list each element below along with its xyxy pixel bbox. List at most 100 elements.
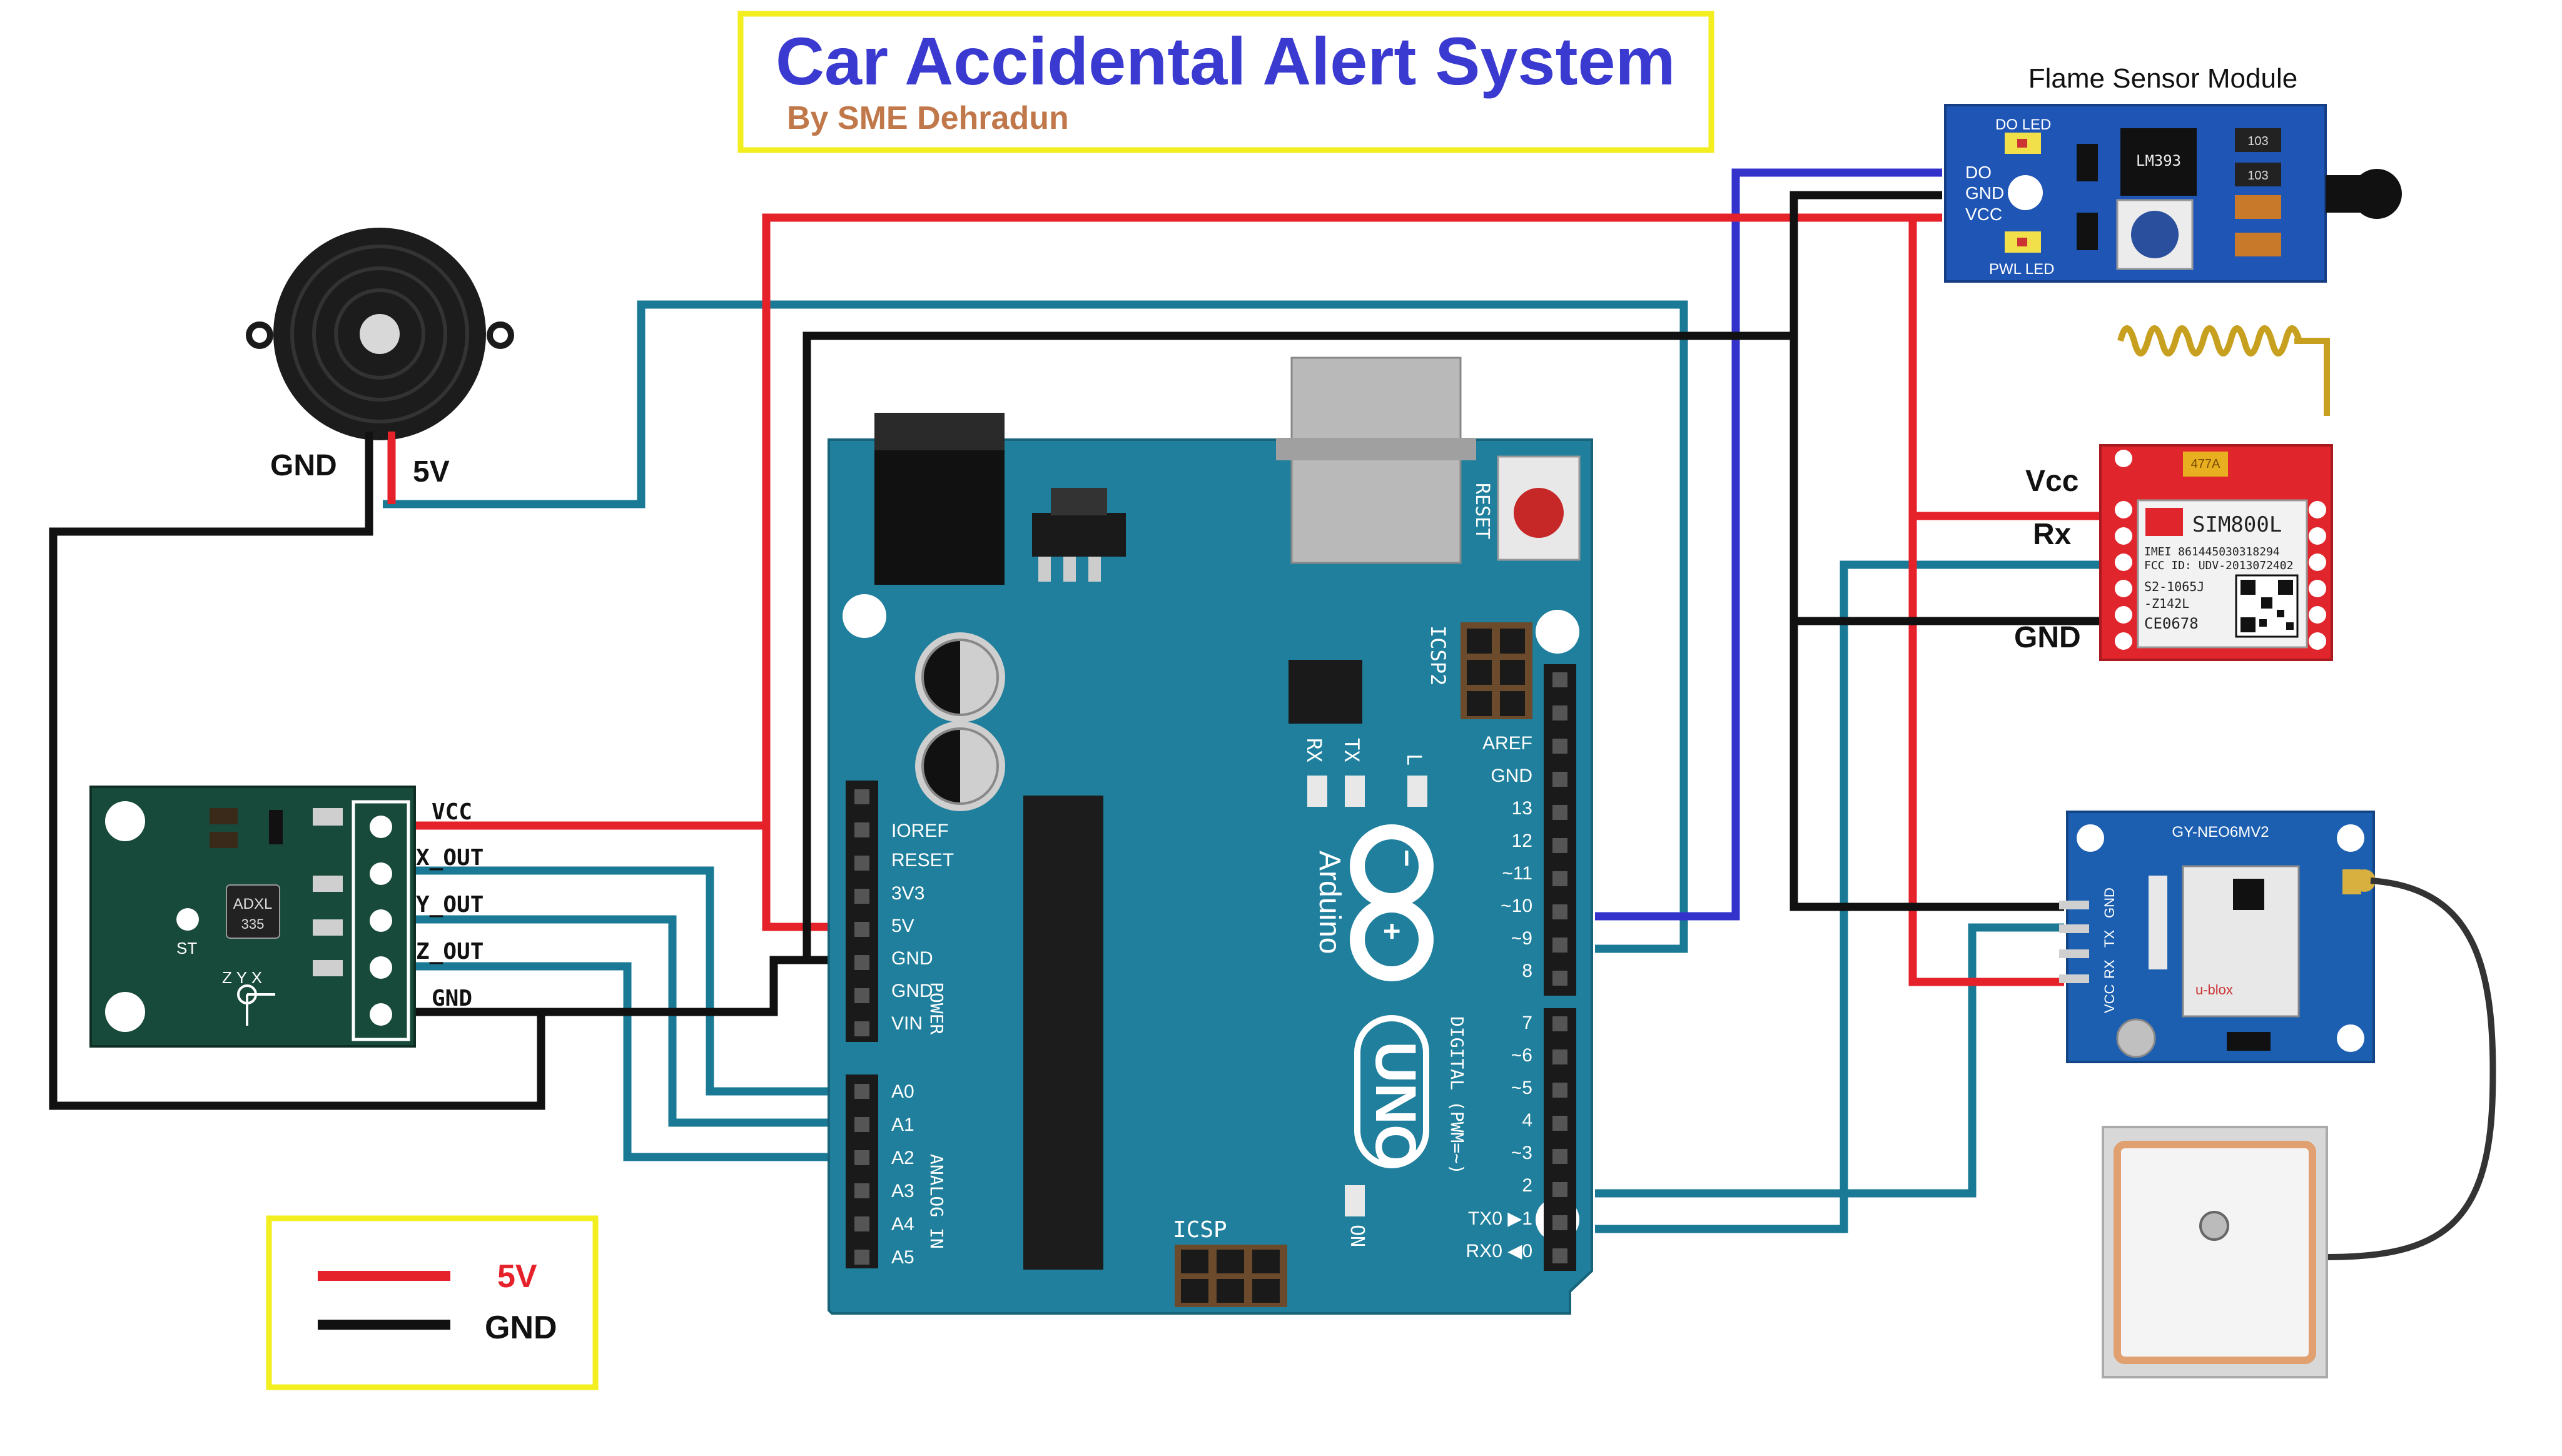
adxl-pin-xout: X_OUT xyxy=(416,845,484,871)
rx-led-label: RX xyxy=(1302,738,1326,762)
gps-title: GY-NEO6MV2 xyxy=(2172,824,2269,841)
gsm-rx-label: Rx xyxy=(2033,518,2072,551)
title-block: Car Accidental Alert System By SME Dehra… xyxy=(737,11,1714,153)
gps-pin-tx: TX xyxy=(2102,930,2117,948)
tx-led-label: TX xyxy=(1340,738,1364,762)
gsm-vcc-label: Vcc xyxy=(2025,465,2078,498)
analog-pin-a5: A5 xyxy=(891,1247,914,1268)
legend-5v-label: 5V xyxy=(497,1258,537,1295)
uno-label: UNO xyxy=(1364,1041,1427,1169)
arduino-uno: RESET ICSP2 RX TX L − + Arduino UNO ON I… xyxy=(828,356,1593,1315)
gsm-code2: -Z142L xyxy=(2144,596,2189,611)
digital-pin-6: ~6 xyxy=(1511,1045,1532,1066)
digital-pin-5: ~5 xyxy=(1511,1078,1532,1098)
legend: 5V GND xyxy=(266,1215,599,1390)
diagram-subtitle: By SME Dehradun xyxy=(787,100,1069,136)
digital-pin-2: 2 xyxy=(1522,1175,1532,1196)
flame-pin-do: DO xyxy=(1965,163,1992,182)
power-pin-5v: 5V xyxy=(891,916,914,936)
analog-section-label: ANALOG IN xyxy=(926,1154,947,1249)
flame-pin-gnd: GND xyxy=(1965,183,2004,203)
regulator xyxy=(1032,513,1126,557)
adxl-st-label: ST xyxy=(176,939,197,958)
flame-title: Flame Sensor Module xyxy=(2028,63,2297,94)
analog-pin-a0: A0 xyxy=(891,1081,914,1102)
adxl-pin-gnd: GND xyxy=(432,986,472,1011)
power-pin-gnd1: GND xyxy=(891,948,933,969)
icsp2-label: ICSP2 xyxy=(1426,625,1450,685)
gsm-imei: IMEI 861445030318294 xyxy=(2144,545,2280,559)
flame-res2-label: 103 xyxy=(2247,169,2268,183)
digital-pin-10: ~10 xyxy=(1501,896,1532,916)
digital-pin-1: TX0 ▶1 xyxy=(1468,1208,1532,1229)
gsm-cap-label: 477A xyxy=(2191,457,2220,471)
wire-gps-tx xyxy=(1595,923,2064,1198)
flame-pin-vcc: VCC xyxy=(1965,205,2002,224)
gps-pin-rx: RX xyxy=(2102,959,2117,979)
wire-5v-arduino xyxy=(762,826,835,931)
qr-code-icon xyxy=(2235,574,2299,638)
digital-header-low xyxy=(1544,1008,1576,1271)
icsp-label: ICSP xyxy=(1173,1217,1227,1243)
on-led-label: ON xyxy=(1346,1225,1368,1247)
power-pin-reset: RESET xyxy=(891,850,954,871)
svg-text:+: + xyxy=(1375,923,1408,940)
analog-pin-a4: A4 xyxy=(891,1214,914,1235)
usb-chip xyxy=(1289,660,1362,724)
digital-pin-gnd: GND xyxy=(1491,766,1532,786)
gps-pin-vcc: VCC xyxy=(2102,984,2117,1013)
digital-pin-3: ~3 xyxy=(1511,1143,1532,1163)
adxl-chip-number: 335 xyxy=(241,916,265,932)
digital-pin-7: 7 xyxy=(1522,1013,1532,1033)
gsm-ce: CE0678 xyxy=(2144,615,2199,632)
digital-pin-4: 4 xyxy=(1522,1110,1532,1131)
buzzer: GND 5V xyxy=(246,228,514,488)
l-led-label: L xyxy=(1402,754,1426,766)
buzzer-5v-label: 5V xyxy=(413,455,450,488)
gps-chip-label: u-blox xyxy=(2195,982,2233,998)
digital-pin-11: ~11 xyxy=(1502,863,1532,884)
adxl-axes-label: Z Y X xyxy=(222,968,262,987)
legend-frame xyxy=(266,1215,599,1390)
adxl-pin-yout: Y_OUT xyxy=(416,892,484,918)
analog-pin-a3: A3 xyxy=(891,1181,914,1201)
power-section-label: POWER xyxy=(926,982,947,1034)
wire-gsm-rx xyxy=(1595,560,2108,1233)
flame-res1-label: 103 xyxy=(2247,134,2268,148)
adxl-pin-vcc: VCC xyxy=(432,799,472,825)
analog-pin-a1: A1 xyxy=(891,1115,914,1135)
gsm-antenna-icon xyxy=(2117,325,2330,416)
buzzer-gnd-label: GND xyxy=(270,449,337,482)
analog-pin-a2: A2 xyxy=(891,1148,914,1168)
power-pin-ioref: IOREF xyxy=(891,821,949,841)
wire-flame-do xyxy=(1595,168,1942,921)
diagram-title: Car Accidental Alert System xyxy=(776,23,1676,99)
svg-text:−: − xyxy=(1390,849,1423,867)
gsm-model: SIM800L xyxy=(2192,512,2282,537)
lm393-label: LM393 xyxy=(2136,152,2181,169)
digital-pin-0: RX0 ◀0 xyxy=(1466,1241,1532,1261)
adxl-pin-zout: Z_OUT xyxy=(416,939,484,964)
gps-pin-gnd: GND xyxy=(2102,887,2117,918)
gsm-gnd-label: GND xyxy=(2014,621,2081,654)
arduino-brand: Arduino xyxy=(1313,851,1346,954)
atmega-chip xyxy=(1023,796,1103,1270)
flame-do-led-label: DO LED xyxy=(1995,116,2051,133)
digital-pin-9: ~9 xyxy=(1511,928,1532,949)
gps-neo6m-module: GY-NEO6MV2 VCC RX TX GND u-blox xyxy=(2059,811,2496,1378)
reset-label: RESET xyxy=(1471,483,1493,539)
digital-pin-12: 12 xyxy=(1512,831,1532,851)
circuit-diagram: Car Accidental Alert System By SME Dehra… xyxy=(49,11,2496,1390)
flame-pwl-led-label: PWL LED xyxy=(1989,261,2054,278)
flame-ir-receiver xyxy=(2352,169,2402,219)
analog-header xyxy=(846,1074,878,1268)
legend-gnd-label: GND xyxy=(485,1310,557,1346)
digital-pin-aref: AREF xyxy=(1482,733,1532,754)
power-pin-vin: VIN xyxy=(891,1013,923,1034)
gsm-fcc: FCC ID: UDV-2013072402 xyxy=(2144,559,2293,572)
adxl-chip-label: ADXL xyxy=(233,896,273,913)
power-pin-3v3: 3V3 xyxy=(891,883,924,904)
sim800l-module: 477A SIM800L IMEI 861445030318294 FCC ID… xyxy=(2014,444,2333,661)
digital-pin-13: 13 xyxy=(1512,798,1532,819)
digital-pin-8: 8 xyxy=(1522,961,1532,981)
